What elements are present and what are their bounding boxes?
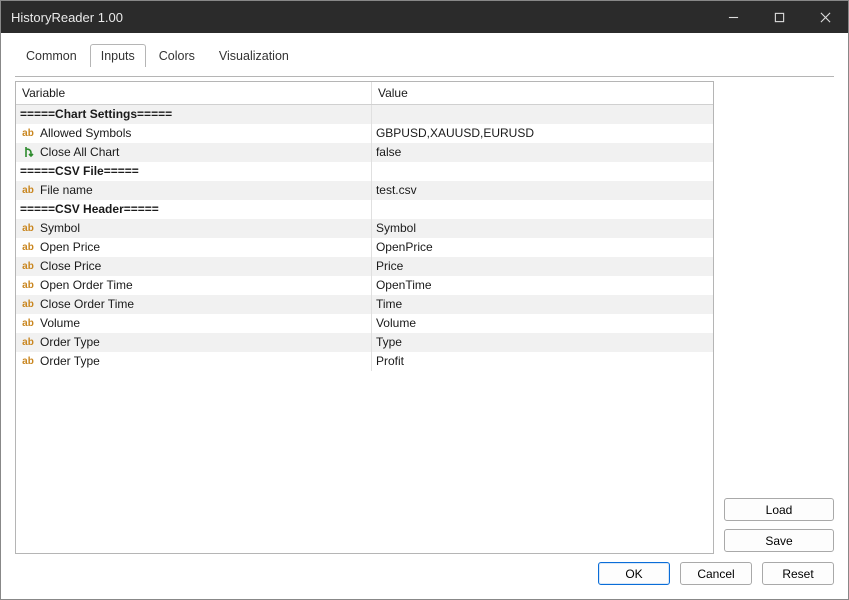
value-cell[interactable]: Symbol bbox=[371, 219, 713, 238]
window-title: HistoryReader 1.00 bbox=[11, 10, 710, 25]
bool-type-icon bbox=[20, 146, 36, 158]
table-row[interactable]: ab Order Type Type bbox=[16, 333, 713, 352]
variable-cell: ab Volume bbox=[16, 314, 371, 333]
client-area: CommonInputsColorsVisualization Variable… bbox=[1, 33, 848, 599]
variable-cell: ab Order Type bbox=[16, 333, 371, 352]
inputs-table-container: Variable Value =====Chart Settings=====a… bbox=[15, 81, 714, 554]
column-header-variable[interactable]: Variable bbox=[16, 82, 371, 105]
variable-label: Close All Chart bbox=[40, 145, 119, 159]
titlebar[interactable]: HistoryReader 1.00 bbox=[1, 1, 848, 33]
string-type-icon: ab bbox=[20, 280, 36, 291]
side-buttons: Load Save bbox=[724, 81, 834, 554]
variable-label: Symbol bbox=[40, 221, 80, 235]
variable-cell: ab Allowed Symbols bbox=[16, 124, 371, 143]
maximize-icon bbox=[774, 12, 785, 23]
content-row: Variable Value =====Chart Settings=====a… bbox=[1, 67, 848, 562]
variable-label: Order Type bbox=[40, 335, 100, 349]
value-cell[interactable]: GBPUSD,XAUUSD,EURUSD bbox=[371, 124, 713, 143]
variable-cell: Close All Chart bbox=[16, 143, 371, 162]
string-type-icon: ab bbox=[20, 356, 36, 367]
variable-label: Order Type bbox=[40, 354, 100, 368]
save-button[interactable]: Save bbox=[724, 529, 834, 552]
cancel-button[interactable]: Cancel bbox=[680, 562, 752, 585]
variable-label: Close Order Time bbox=[40, 297, 134, 311]
load-button[interactable]: Load bbox=[724, 498, 834, 521]
variable-label: File name bbox=[40, 183, 93, 197]
value-cell[interactable] bbox=[371, 162, 713, 181]
string-type-icon: ab bbox=[20, 223, 36, 234]
tab-common[interactable]: Common bbox=[15, 44, 88, 67]
variable-cell: =====Chart Settings===== bbox=[16, 105, 371, 124]
value-cell[interactable]: Time bbox=[371, 295, 713, 314]
ok-button[interactable]: OK bbox=[598, 562, 670, 585]
minimize-icon bbox=[728, 12, 739, 23]
value-cell[interactable]: Price bbox=[371, 257, 713, 276]
variable-cell: ab Open Order Time bbox=[16, 276, 371, 295]
app-window: HistoryReader 1.00 CommonInputsColorsVis… bbox=[0, 0, 849, 600]
tab-visualization[interactable]: Visualization bbox=[208, 44, 300, 67]
table-row[interactable]: ab Symbol Symbol bbox=[16, 219, 713, 238]
variable-label: Open Price bbox=[40, 240, 100, 254]
window-buttons bbox=[710, 1, 848, 33]
tab-inputs[interactable]: Inputs bbox=[90, 44, 146, 67]
minimize-button[interactable] bbox=[710, 1, 756, 33]
value-cell[interactable]: Type bbox=[371, 333, 713, 352]
table-empty-area bbox=[16, 371, 713, 554]
value-cell[interactable]: false bbox=[371, 143, 713, 162]
value-cell[interactable] bbox=[371, 105, 713, 124]
variable-label: Open Order Time bbox=[40, 278, 133, 292]
table-row[interactable]: ab Close Order Time Time bbox=[16, 295, 713, 314]
table-row[interactable]: ab Open Price OpenPrice bbox=[16, 238, 713, 257]
table-row[interactable]: =====CSV File===== bbox=[16, 162, 713, 181]
table-row[interactable]: ab Open Order Time OpenTime bbox=[16, 276, 713, 295]
table-row[interactable]: ab Allowed Symbols GBPUSD,XAUUSD,EURUSD bbox=[16, 124, 713, 143]
table-row[interactable]: =====CSV Header===== bbox=[16, 200, 713, 219]
table-row[interactable]: =====Chart Settings===== bbox=[16, 105, 713, 124]
value-cell[interactable]: Volume bbox=[371, 314, 713, 333]
value-cell[interactable]: OpenPrice bbox=[371, 238, 713, 257]
value-cell[interactable]: Profit bbox=[371, 352, 713, 371]
variable-label: Close Price bbox=[40, 259, 101, 273]
close-button[interactable] bbox=[802, 1, 848, 33]
tab-underline bbox=[15, 76, 834, 77]
string-type-icon: ab bbox=[20, 128, 36, 139]
inputs-table: Variable Value =====Chart Settings=====a… bbox=[16, 82, 713, 371]
reset-button[interactable]: Reset bbox=[762, 562, 834, 585]
table-row[interactable]: ab Order Type Profit bbox=[16, 352, 713, 371]
variable-cell: ab Open Price bbox=[16, 238, 371, 257]
variable-cell: ab Close Price bbox=[16, 257, 371, 276]
string-type-icon: ab bbox=[20, 337, 36, 348]
column-header-value[interactable]: Value bbox=[371, 82, 713, 105]
variable-cell: ab Close Order Time bbox=[16, 295, 371, 314]
tab-colors[interactable]: Colors bbox=[148, 44, 206, 67]
variable-cell: =====CSV File===== bbox=[16, 162, 371, 181]
value-cell[interactable]: OpenTime bbox=[371, 276, 713, 295]
footer-buttons: OK Cancel Reset bbox=[1, 562, 848, 599]
table-row[interactable]: ab Close Price Price bbox=[16, 257, 713, 276]
string-type-icon: ab bbox=[20, 185, 36, 196]
variable-label: Volume bbox=[40, 316, 80, 330]
variable-label: Allowed Symbols bbox=[40, 126, 131, 140]
table-row[interactable]: Close All Chart false bbox=[16, 143, 713, 162]
string-type-icon: ab bbox=[20, 242, 36, 253]
tab-bar: CommonInputsColorsVisualization bbox=[1, 33, 848, 67]
variable-cell: ab Order Type bbox=[16, 352, 371, 371]
variable-cell: ab Symbol bbox=[16, 219, 371, 238]
maximize-button[interactable] bbox=[756, 1, 802, 33]
variable-cell: =====CSV Header===== bbox=[16, 200, 371, 219]
close-icon bbox=[820, 12, 831, 23]
string-type-icon: ab bbox=[20, 299, 36, 310]
value-cell[interactable] bbox=[371, 200, 713, 219]
variable-cell: ab File name bbox=[16, 181, 371, 200]
string-type-icon: ab bbox=[20, 261, 36, 272]
table-row[interactable]: ab Volume Volume bbox=[16, 314, 713, 333]
string-type-icon: ab bbox=[20, 318, 36, 329]
table-row[interactable]: ab File name test.csv bbox=[16, 181, 713, 200]
value-cell[interactable]: test.csv bbox=[371, 181, 713, 200]
